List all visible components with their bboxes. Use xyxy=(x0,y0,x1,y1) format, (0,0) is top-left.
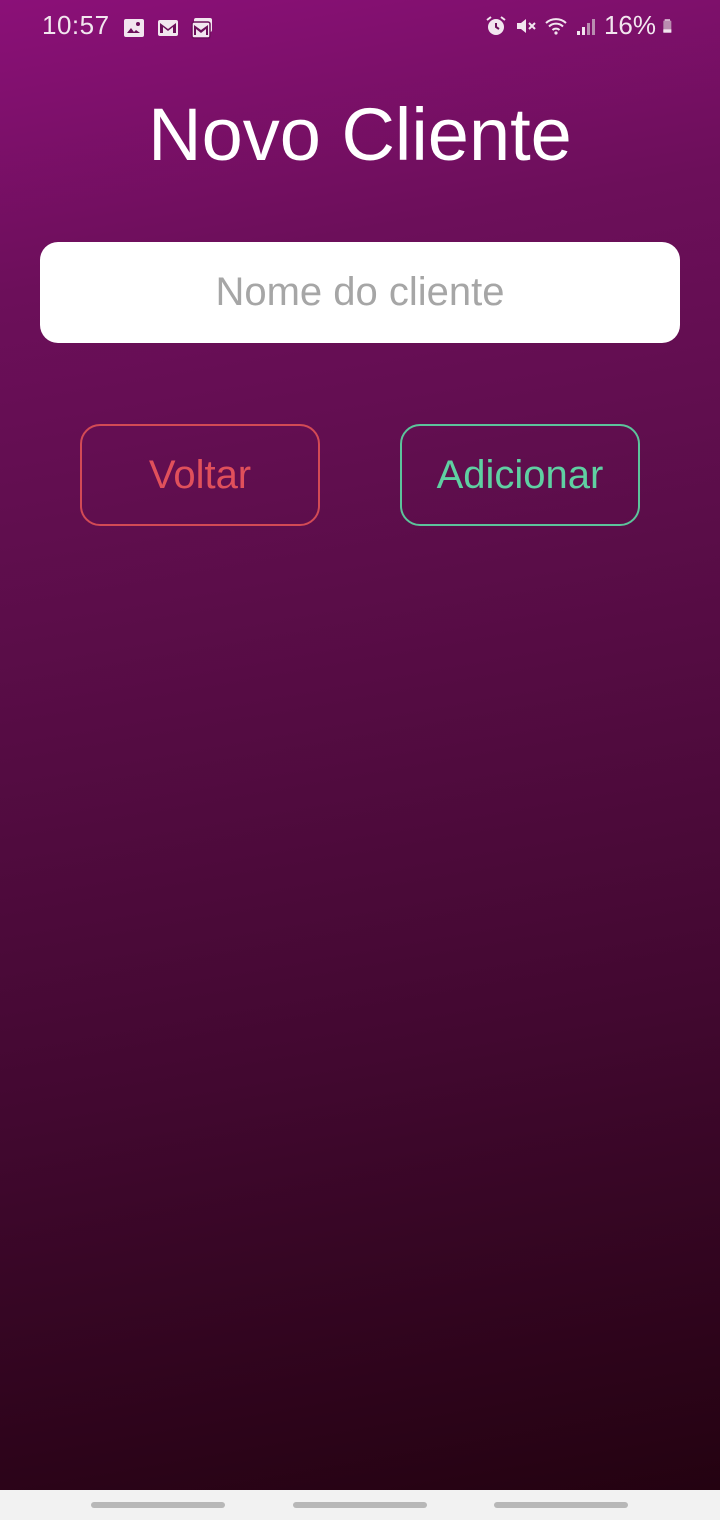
battery-percent: 16% xyxy=(603,10,656,40)
mute-icon xyxy=(516,18,536,33)
signal-icon xyxy=(576,18,595,35)
battery-icon xyxy=(663,18,672,33)
nav-home-handle[interactable] xyxy=(293,1502,427,1508)
page-title: Novo Cliente xyxy=(148,93,572,176)
status-time: 10:57 xyxy=(42,10,110,40)
status-notification-icons xyxy=(122,16,214,40)
status-system-icons: 16% xyxy=(484,10,678,41)
nav-recents-handle[interactable] xyxy=(91,1502,225,1508)
navigation-bar xyxy=(0,1490,720,1520)
back-button[interactable]: Voltar xyxy=(80,424,320,526)
gmail-icon xyxy=(158,20,178,36)
gmail-stack-icon xyxy=(191,18,212,39)
app-screen: 10:57 16% Novo Cliente Nome do cliente V… xyxy=(0,0,720,1520)
client-name-input[interactable] xyxy=(40,242,680,343)
status-bar: 10:57 16% xyxy=(0,0,720,56)
alarm-icon xyxy=(486,15,506,35)
nav-back-handle[interactable] xyxy=(494,1502,628,1508)
add-button-label: Adicionar xyxy=(436,452,604,497)
gallery-icon xyxy=(124,19,144,37)
back-button-label: Voltar xyxy=(148,452,252,497)
add-button[interactable]: Adicionar xyxy=(400,424,640,526)
wifi-icon xyxy=(545,17,567,35)
